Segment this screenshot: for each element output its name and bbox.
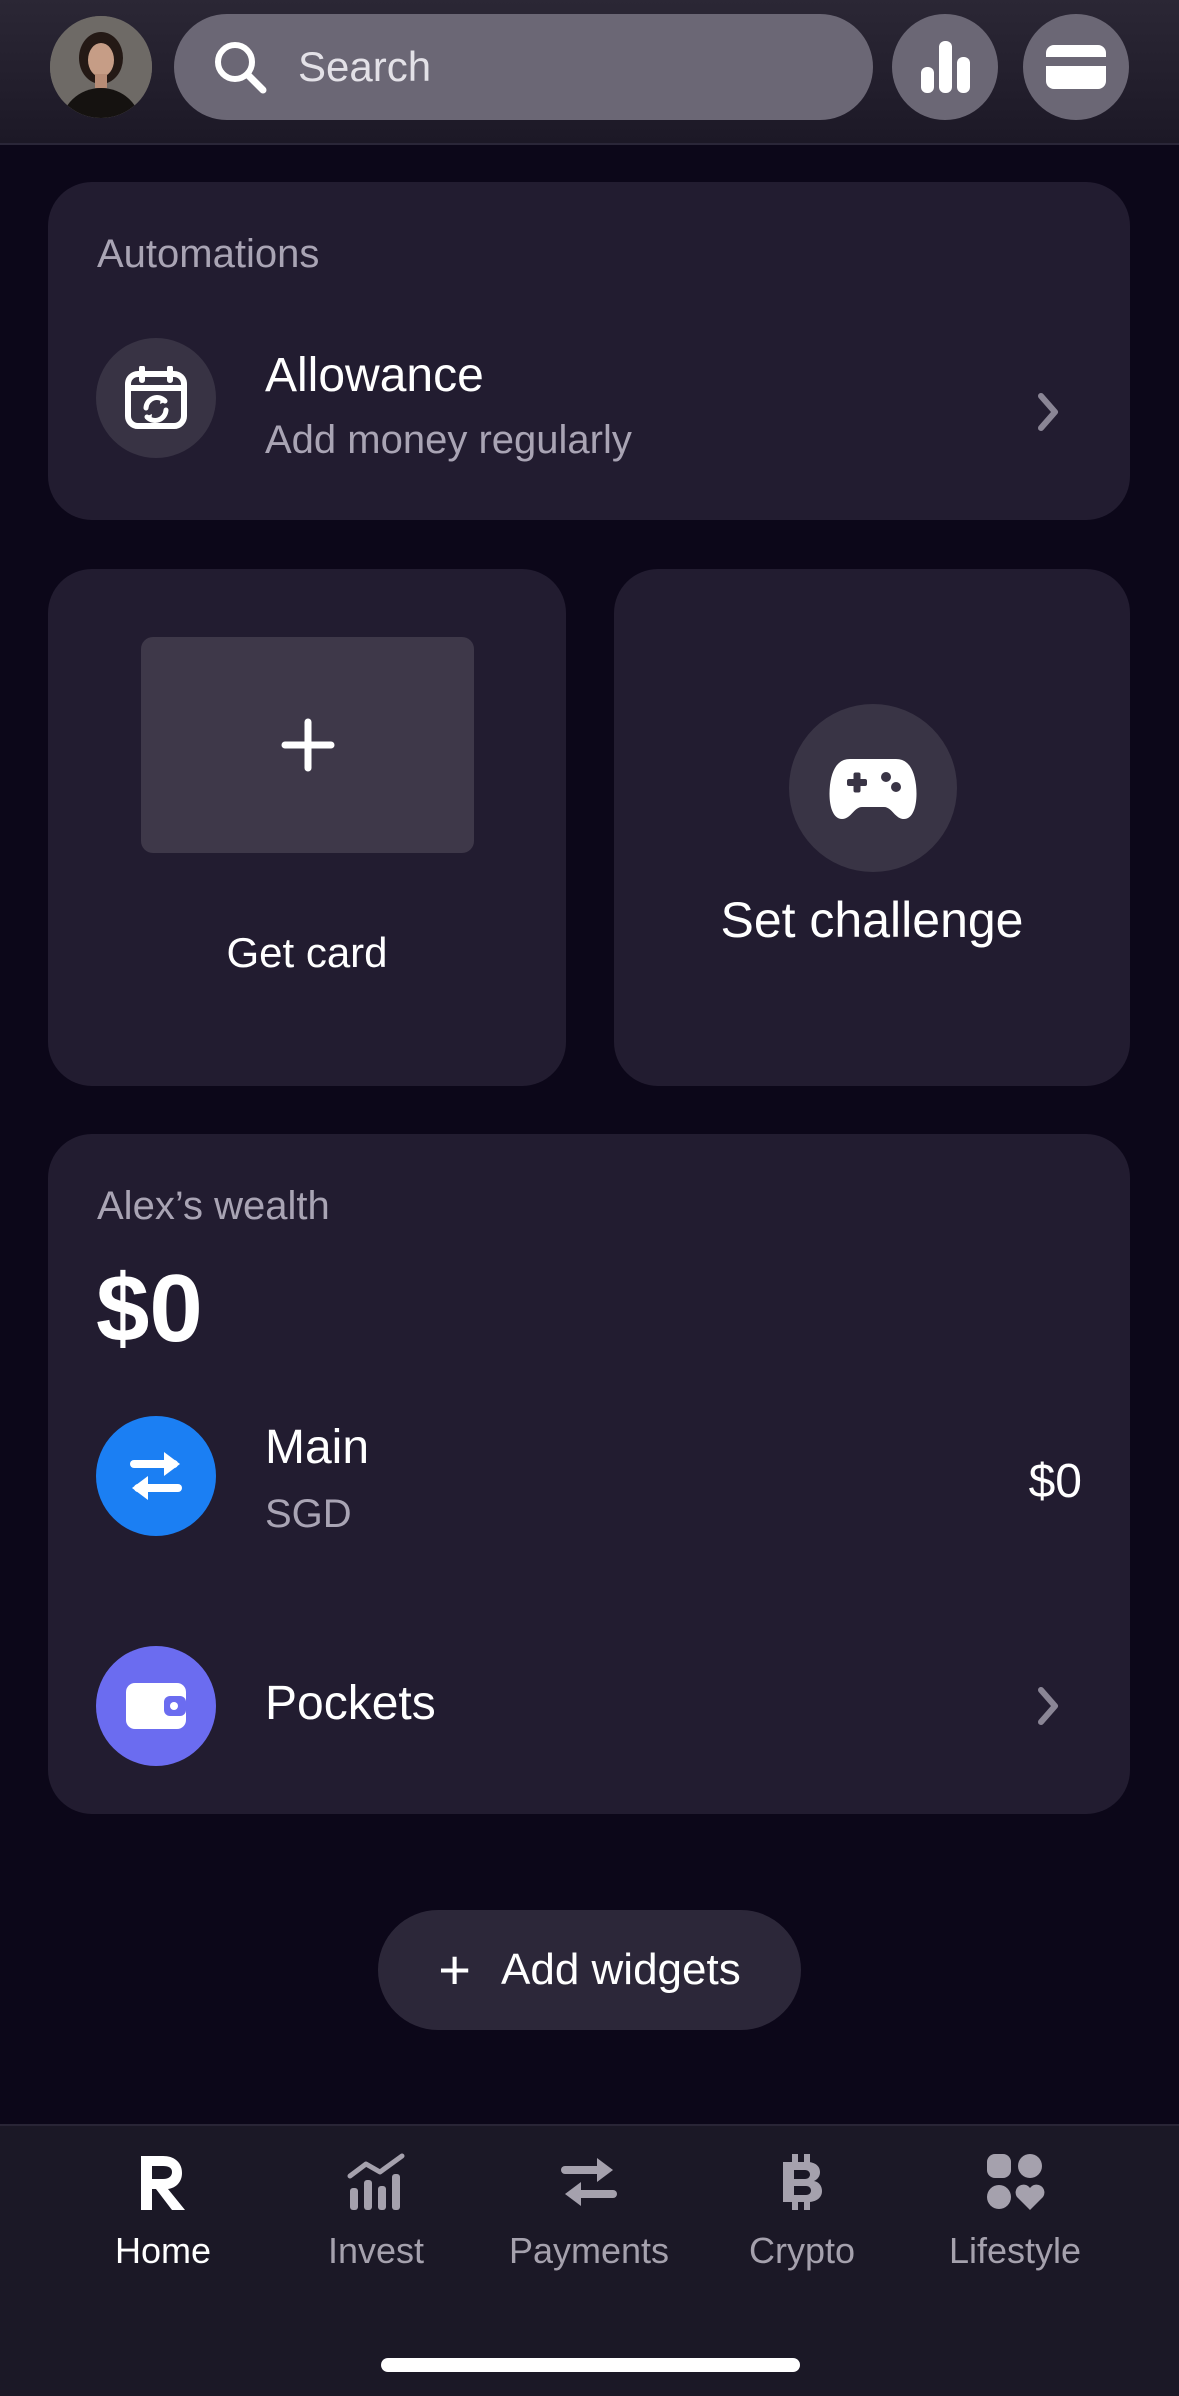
pockets-icon-wrap — [96, 1646, 216, 1766]
revolut-logo-icon — [141, 2156, 185, 2210]
search-icon — [215, 42, 267, 94]
wallet-icon — [126, 1683, 186, 1729]
nav-home-label: Home — [114, 2230, 212, 2271]
pockets-title: Pockets — [265, 1677, 436, 1730]
nav-lifestyle-label: Lifestyle — [948, 2230, 1082, 2271]
nav-home[interactable]: Home — [63, 2152, 263, 2272]
plus-icon — [281, 718, 334, 772]
main-account-icon-wrap — [96, 1416, 216, 1536]
search-input[interactable] — [298, 43, 858, 91]
wealth-heading: Alex’s wealth — [97, 1184, 330, 1228]
allowance-subtitle: Add money regularly — [265, 418, 632, 462]
bitcoin-icon — [783, 2154, 822, 2210]
get-card-tile[interactable]: Get card — [48, 569, 566, 1086]
lifestyle-grid-icon — [987, 2154, 1045, 2210]
set-challenge-tile[interactable]: Set challenge — [614, 569, 1130, 1086]
invest-chart-icon — [347, 2153, 405, 2210]
exchange-icon — [130, 1452, 182, 1500]
main-account-currency: SGD — [265, 1492, 352, 1536]
search-bar[interactable] — [174, 14, 873, 120]
wealth-total: $0 — [96, 1255, 203, 1362]
chevron-right-icon — [1038, 393, 1058, 431]
nav-payments[interactable]: Payments — [489, 2152, 689, 2272]
arrows-transfer-icon — [561, 2158, 617, 2206]
avatar[interactable] — [50, 16, 152, 118]
get-card-label: Get card — [226, 929, 388, 976]
nav-invest[interactable]: Invest — [276, 2152, 476, 2272]
nav-invest-label: Invest — [327, 2230, 425, 2271]
bottom-nav: Home Invest Payments Crypto Lifestyle — [0, 2124, 1179, 2396]
challenge-icon-wrap — [789, 704, 957, 872]
home-indicator[interactable] — [381, 2358, 800, 2372]
nav-payments-label: Payments — [508, 2230, 670, 2271]
chevron-right-icon — [1038, 1687, 1058, 1725]
allowance-icon-wrap — [96, 338, 216, 458]
plus-icon: + — [438, 1938, 471, 2001]
cards-button[interactable] — [1023, 14, 1129, 120]
stats-button[interactable] — [892, 14, 998, 120]
app-screen: Automations Allowance Add money regularl… — [0, 0, 1179, 2396]
nav-crypto-label: Crypto — [748, 2230, 856, 2271]
nav-crypto[interactable]: Crypto — [702, 2152, 902, 2272]
allowance-title: Allowance — [265, 349, 484, 402]
card-icon — [1046, 45, 1106, 89]
add-widgets-button[interactable]: + Add widgets — [378, 1910, 801, 2030]
gamepad-icon — [829, 759, 917, 819]
wealth-card: Alex’s wealth $0 Main SGD $0 Pockets — [48, 1134, 1130, 1814]
nav-lifestyle[interactable]: Lifestyle — [915, 2152, 1115, 2272]
calendar-repeat-icon — [125, 366, 187, 429]
profile-photo-icon — [50, 16, 152, 118]
bar-chart-icon — [921, 41, 970, 93]
add-widgets-label: Add widgets — [501, 1945, 741, 1994]
card-placeholder — [141, 637, 474, 853]
main-account-title: Main — [265, 1421, 370, 1474]
automations-card: Automations Allowance Add money regularl… — [48, 182, 1130, 520]
automations-heading: Automations — [97, 232, 320, 276]
set-challenge-label: Set challenge — [720, 892, 1024, 948]
top-bar — [0, 0, 1179, 145]
main-account-balance: $0 — [1028, 1455, 1082, 1508]
